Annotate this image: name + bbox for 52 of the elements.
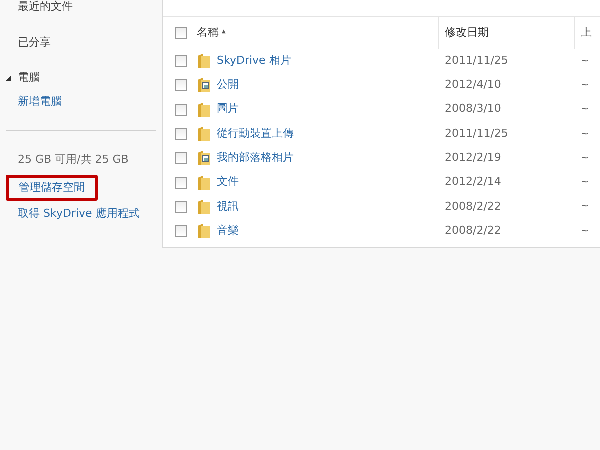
- folder-name-link[interactable]: SkyDrive 相片: [217, 52, 292, 70]
- folder-icon: [197, 198, 211, 215]
- folder-icon: [197, 102, 211, 118]
- checkbox[interactable]: [175, 79, 187, 92]
- table-cell-text: ~: [580, 200, 590, 214]
- folder-icon: [197, 126, 211, 142]
- table-cell-text: ~: [580, 103, 590, 118]
- folder-name-link[interactable]: 文件: [217, 174, 239, 191]
- checkbox[interactable]: [175, 27, 187, 39]
- date-cell-text: 2011/11/25: [444, 52, 510, 69]
- column-header[interactable]: 修改日期: [438, 17, 574, 49]
- column-header[interactable]: 名稱: [197, 24, 219, 42]
- date-cell-text: 2012/4/10: [444, 77, 502, 94]
- folder-name-link[interactable]: 從行動裝置上傳: [217, 126, 294, 142]
- table-cell-text: ~: [580, 176, 590, 190]
- folder-name-link[interactable]: 音樂: [217, 222, 239, 240]
- table-cell-text: ~: [580, 78, 590, 93]
- table-cell-text: ~: [580, 152, 590, 166]
- sidebar-link[interactable]: 取得 SkyDrive 應用程式: [18, 206, 140, 222]
- shared-folder-icon: [197, 150, 211, 166]
- date-cell-text: 2012/2/14: [444, 174, 502, 190]
- checkbox[interactable]: [175, 225, 187, 238]
- checkbox[interactable]: [175, 128, 187, 140]
- storage-text: 25 GB 可用/共 25 GB: [18, 152, 130, 168]
- table-cell-text: ~: [580, 128, 590, 142]
- folder-name-link[interactable]: 我的部落格相片: [217, 150, 294, 167]
- checkbox[interactable]: [175, 200, 187, 213]
- date-cell-text: 2012/2/19: [444, 150, 502, 166]
- sidebar-item[interactable]: 已分享: [18, 34, 51, 52]
- checkbox[interactable]: [175, 176, 187, 189]
- section-label: 電腦: [18, 70, 40, 86]
- folder-name-link[interactable]: 圖片: [217, 101, 239, 118]
- checkbox[interactable]: [175, 55, 187, 68]
- date-cell-text: 2008/2/22: [444, 222, 502, 239]
- table-cell-text: ~: [580, 54, 590, 69]
- folder-icon: [197, 223, 211, 240]
- table-cell-text: ~: [580, 224, 590, 239]
- sidebar-link[interactable]: 管理儲存空間: [6, 174, 98, 201]
- date-cell-text: 2008/3/10: [444, 101, 502, 118]
- sidebar-item[interactable]: 最近的文件: [18, 0, 73, 16]
- shared-folder-icon: [197, 77, 211, 94]
- folder-icon: [197, 53, 211, 70]
- add-computer-link[interactable]: 新增電腦: [18, 94, 62, 110]
- date-cell-text: 2008/2/22: [444, 198, 502, 215]
- folder-icon: [197, 174, 211, 191]
- checkbox[interactable]: [175, 104, 187, 116]
- checkbox[interactable]: [175, 152, 187, 164]
- column-header[interactable]: 上: [574, 17, 600, 49]
- date-cell-text: 2011/11/25: [444, 126, 510, 142]
- folder-name-link[interactable]: 公開: [217, 77, 239, 94]
- expand-arrow-icon[interactable]: [6, 76, 11, 80]
- folder-name-link[interactable]: 視訊: [217, 198, 239, 216]
